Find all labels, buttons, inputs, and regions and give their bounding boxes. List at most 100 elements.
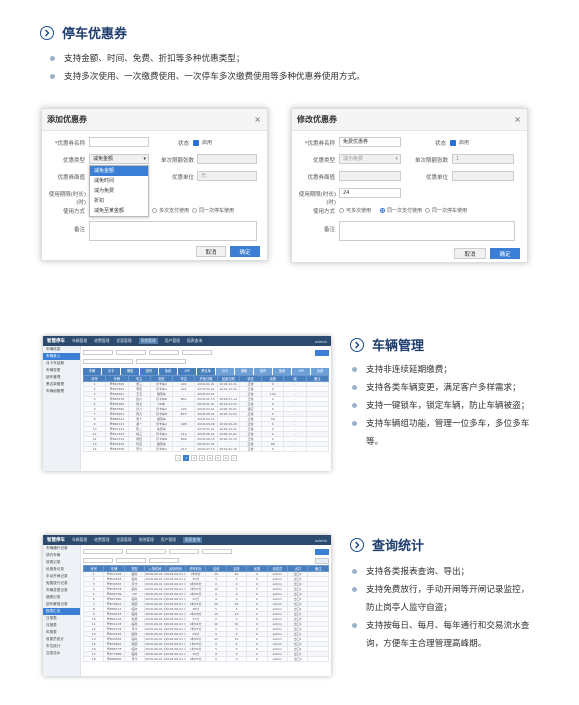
unit-input[interactable]: 元 (197, 171, 257, 181)
sidebar-item[interactable]: 场内车辆 (43, 552, 80, 559)
cancel-button[interactable]: 取消 (454, 248, 486, 259)
category-tab[interactable]: 免费 (159, 368, 177, 375)
sidebar-item[interactable]: 黑名单管理 (43, 381, 80, 388)
sidebar-item[interactable]: 锁车解锁记录 (43, 601, 80, 608)
category-tab[interactable]: 临时 (254, 368, 272, 375)
sidebar-item[interactable]: 收费员统计 (43, 636, 80, 643)
sidebar-item[interactable]: 缴费记录 (43, 594, 80, 601)
method-radio-selected[interactable] (380, 208, 385, 213)
type-select[interactable]: 减免金额 ▾ (89, 154, 149, 164)
sidebar-item[interactable]: 车辆信息 (43, 346, 80, 353)
confirm-button[interactable]: 确定 (230, 246, 260, 257)
close-icon[interactable]: × (514, 115, 521, 124)
page-button[interactable]: 6 (222, 455, 229, 461)
nav-item[interactable]: 收费管理 (94, 338, 109, 344)
sidebar-item[interactable]: 车辆通行记录 (43, 545, 80, 552)
sidebar-item[interactable]: 车辆变更 (43, 367, 80, 374)
method-radio[interactable] (425, 208, 430, 213)
category-tab[interactable]: 临时 (140, 368, 158, 375)
denom-input[interactable] (339, 171, 401, 181)
confirm-button[interactable]: 确定 (490, 248, 520, 259)
sidebar-item[interactable]: 收费记录 (43, 559, 80, 566)
unit-input[interactable] (452, 171, 514, 181)
nav-item[interactable]: 车辆管理 (72, 338, 87, 344)
filter-input[interactable] (83, 350, 113, 355)
filter-input[interactable] (126, 549, 166, 554)
close-icon[interactable]: × (254, 115, 261, 124)
enabled-checkbox[interactable] (193, 140, 199, 146)
method-radio[interactable] (192, 208, 197, 213)
sidebar-item[interactable]: 月报表 (43, 622, 80, 629)
sidebar-item[interactable]: 车位统计 (43, 643, 80, 650)
sidebar-item[interactable]: 日报表 (43, 615, 80, 622)
page-button[interactable]: 1 (183, 455, 190, 461)
enabled-checkbox[interactable] (450, 140, 456, 146)
user-name[interactable]: admin (315, 538, 327, 543)
filter-input[interactable] (83, 359, 133, 364)
dropdown-option[interactable]: 减免至某金额 (90, 206, 148, 216)
filter-input[interactable] (202, 549, 232, 554)
nav-item[interactable]: 优惠管理 (116, 537, 131, 543)
category-tab[interactable]: 储值 (235, 368, 253, 375)
page-button[interactable]: 3 (199, 455, 205, 461)
remark-textarea[interactable] (89, 221, 257, 241)
filter-input[interactable] (83, 558, 113, 563)
sidebar-item[interactable]: 优惠券记录 (43, 566, 80, 573)
sidebar-item[interactable]: 免费放行记录 (43, 580, 80, 587)
category-tab[interactable]: 黑名单 (197, 368, 215, 375)
filter-input[interactable] (149, 350, 179, 355)
page-button[interactable]: » (230, 455, 237, 461)
nav-item[interactable]: 用户管理 (161, 537, 176, 543)
page-button[interactable]: 2 (191, 455, 198, 461)
page-button[interactable]: 5 (214, 455, 221, 461)
dropdown-option[interactable]: 减免金额 (90, 166, 148, 176)
nav-item[interactable]: 优惠管理 (116, 338, 131, 344)
nav-item[interactable]: 报表查询 (187, 338, 202, 344)
sidebar-item[interactable]: 锁车管理 (43, 374, 80, 381)
filter-input[interactable] (116, 558, 146, 563)
name-input[interactable]: 免费优惠券 (339, 137, 401, 147)
nav-item[interactable]: 系统管理 (139, 537, 154, 543)
per-max-input[interactable]: 1 (452, 154, 514, 164)
category-tab[interactable]: 免费 (273, 368, 291, 375)
sidebar-item[interactable]: 车辆变更记录 (43, 587, 80, 594)
method-radio[interactable] (339, 208, 344, 213)
dropdown-option[interactable]: 减为免费 (90, 186, 148, 196)
nav-item[interactable]: 报表查询 (182, 537, 203, 543)
nav-item[interactable]: 用户管理 (165, 338, 180, 344)
category-tab[interactable]: 储值 (121, 368, 139, 375)
filter-input[interactable] (149, 558, 179, 563)
search-button[interactable] (315, 349, 329, 356)
export-button[interactable] (315, 557, 329, 564)
table-row[interactable]: 18粤B88990月卡2018-06-01 14:152018-06-01 20… (82, 656, 329, 662)
sidebar-item[interactable]: 车辆录入 (43, 353, 80, 360)
nav-item[interactable]: 收费管理 (94, 537, 109, 543)
per-max-input[interactable] (197, 154, 257, 164)
name-input[interactable] (89, 137, 149, 147)
sidebar-item[interactable]: 交易流水 (43, 650, 80, 657)
nav-item[interactable]: 车辆管理 (72, 537, 87, 543)
remark-textarea[interactable] (339, 221, 515, 241)
filter-input[interactable] (169, 549, 199, 554)
table-row[interactable]: 14 粤B44556 罗六 月卡车A A12 2018-07-10 2019-01-10 正常… (82, 446, 330, 452)
category-tab[interactable]: 月卡 (102, 368, 120, 375)
category-tab[interactable]: 全部 (311, 368, 329, 375)
page-button[interactable]: « (175, 455, 182, 461)
search-button[interactable] (315, 548, 329, 555)
sidebar-item[interactable]: 车辆组管理 (43, 388, 80, 395)
dropdown-option[interactable]: 折扣 (90, 196, 148, 206)
nav-item[interactable]: 系统管理 (138, 338, 158, 344)
category-tab[interactable]: 车辆 (83, 368, 101, 375)
cancel-button[interactable]: 取消 (196, 246, 226, 257)
filter-input[interactable] (116, 350, 146, 355)
category-tab[interactable]: 月卡 (216, 368, 234, 375)
sidebar-item[interactable]: 手动开闸记录 (43, 573, 80, 580)
category-tab[interactable]: VIP (178, 368, 196, 375)
method-radio[interactable] (152, 208, 157, 213)
filter-input[interactable] (136, 359, 186, 364)
filter-input[interactable] (83, 549, 123, 554)
category-tab[interactable]: VIP (292, 368, 310, 375)
sidebar-item[interactable]: 报表汇总 (43, 608, 80, 615)
dropdown-option[interactable]: 减免时间 (90, 176, 148, 186)
sidebar-item[interactable]: 月卡车延期 (43, 360, 80, 367)
